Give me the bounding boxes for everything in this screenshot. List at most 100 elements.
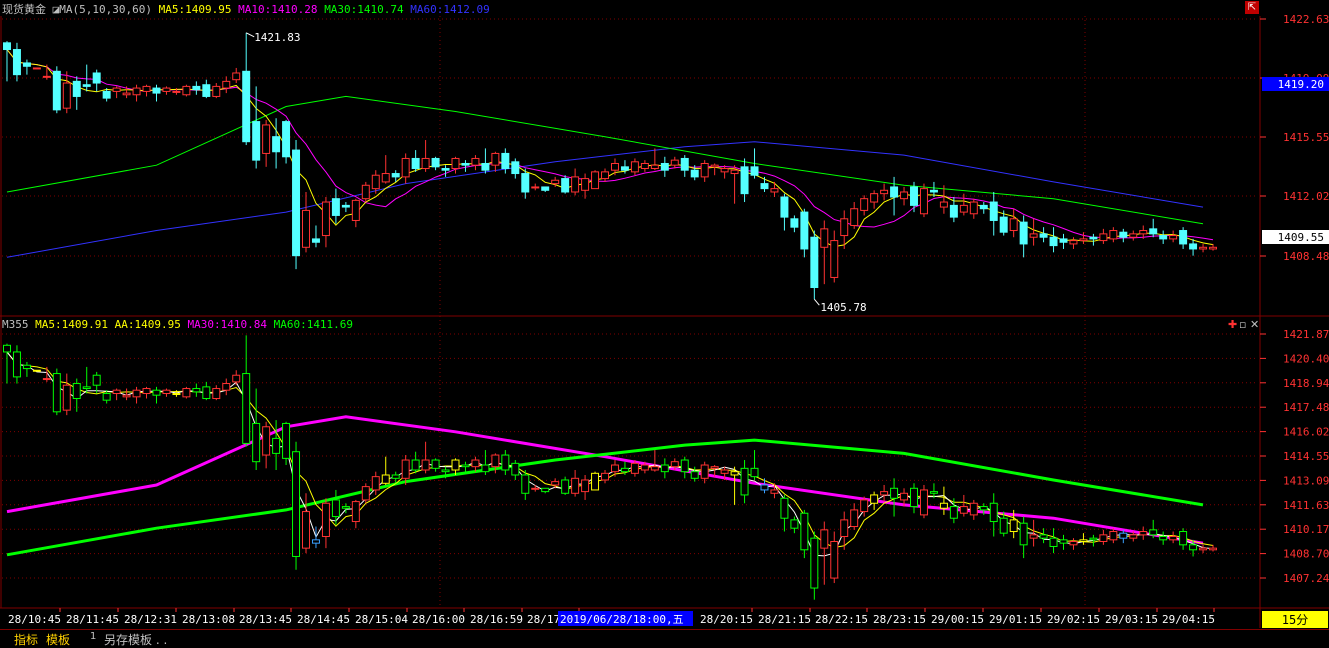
high-price-label: 1421.83: [254, 31, 300, 44]
ma10-legend: MA10:1410.28: [238, 3, 318, 16]
candle-body: [272, 136, 281, 153]
candle: [1179, 227, 1188, 249]
candle-body: [292, 149, 301, 257]
ma60-line: [6, 95, 1204, 225]
sub-candle: [790, 516, 799, 534]
candle-body: [222, 80, 231, 89]
candle: [22, 59, 31, 75]
tab-template[interactable]: 模板: [46, 631, 70, 648]
candle-body: [92, 72, 101, 84]
candle-body: [22, 62, 31, 67]
sub-candle-body: [32, 369, 41, 372]
candle-body: [1009, 218, 1018, 232]
candle-body: [1139, 230, 1148, 235]
candle-body: [321, 201, 330, 237]
tab-indicator[interactable]: 指标: [14, 631, 38, 648]
sub-candle-body: [770, 489, 779, 494]
candle-body: [122, 92, 131, 96]
sub-candle-body: [441, 469, 450, 473]
candle-body: [1119, 231, 1128, 238]
sub-candle-body: [1179, 531, 1188, 546]
sub-candle: [1159, 531, 1168, 545]
candle: [820, 220, 829, 285]
candle-body: [262, 124, 271, 154]
sub-candle-body: [670, 461, 679, 468]
candle: [800, 208, 809, 258]
candle: [511, 158, 520, 179]
sub-candle: [1059, 534, 1068, 550]
sub-aa-legend: AA:1409.95: [114, 318, 181, 331]
sub-candle-body: [929, 491, 938, 494]
sub-candle: [650, 450, 659, 472]
x-axis-label: 28/10:45: [8, 613, 61, 626]
candle: [979, 202, 988, 214]
candle: [630, 158, 639, 176]
sub-candle: [1179, 528, 1188, 550]
candle: [222, 76, 231, 94]
current-price-tag: 1419.20: [1278, 78, 1324, 91]
candle: [112, 86, 121, 99]
sub-candle-body: [202, 386, 211, 400]
sub-candle: [331, 489, 340, 525]
sub-candle-body: [660, 464, 669, 473]
exit-icon[interactable]: ⇱: [1245, 1, 1259, 14]
sub-candle-body: [292, 451, 301, 557]
sub-candle-body: [710, 466, 719, 469]
candle: [1059, 233, 1068, 249]
candle-body: [800, 211, 809, 250]
candle-body: [142, 85, 151, 92]
sub-candle-body: [132, 389, 141, 398]
candle: [162, 86, 171, 95]
sub-candle-body: [361, 486, 370, 501]
sub-candle: [451, 458, 460, 475]
sub-candle: [481, 450, 490, 475]
low-price-label: 1405.78: [820, 301, 866, 314]
save-template-button[interactable]: 另存模板 . .: [104, 631, 167, 648]
sub-candle-body: [172, 393, 181, 396]
x-axis-label: 28/23:15: [873, 613, 926, 626]
candle-body: [252, 121, 261, 161]
candle: [82, 64, 91, 92]
add-indicator-icon[interactable]: ✚: [1228, 318, 1237, 331]
candle-body: [102, 90, 111, 99]
candle-body: [860, 198, 869, 211]
candle-body: [182, 85, 191, 96]
sub-candle-body: [979, 506, 988, 511]
sub-candle: [162, 388, 171, 397]
candle: [1189, 238, 1198, 256]
sub-candle: [1079, 533, 1088, 545]
candle: [969, 198, 978, 219]
sub-candle: [22, 361, 31, 377]
period-badge[interactable]: 15分: [1282, 613, 1308, 627]
close-panel-icon[interactable]: ✕: [1250, 318, 1259, 331]
x-axis-label: 29/02:15: [1047, 613, 1100, 626]
sub-candle-body: [910, 487, 918, 508]
candle-body: [949, 204, 958, 218]
sub-candle: [880, 484, 889, 502]
candle-body: [810, 236, 819, 289]
main-y-tick-label: 1412.02: [1283, 190, 1329, 203]
candle: [52, 66, 61, 114]
x-axis-label: 28/13:08: [182, 613, 235, 626]
sub-candle: [62, 373, 71, 416]
sub-candle: [531, 484, 540, 492]
sub-candle-body: [780, 497, 789, 519]
sub-candle-body: [571, 477, 580, 494]
x-axis-label: 28/13:45: [239, 613, 292, 626]
candle: [860, 195, 869, 216]
sub-candle-body: [92, 374, 101, 386]
sub-candle-body: [152, 389, 161, 396]
sub-candle: [2, 343, 11, 384]
sub-candle: [82, 366, 91, 394]
candle: [740, 158, 749, 203]
candle: [1019, 215, 1028, 258]
indicator-name: MA(5,10,30,60): [59, 3, 152, 16]
candle-body: [531, 186, 540, 189]
sub-candle-body: [870, 494, 879, 504]
minimize-panel-icon[interactable]: ▫: [1239, 318, 1246, 331]
candle-body: [650, 164, 659, 170]
sub-candle-body: [900, 492, 909, 501]
sub-candle-body: [601, 472, 610, 481]
sub-candle: [680, 456, 689, 479]
candle: [581, 173, 590, 199]
